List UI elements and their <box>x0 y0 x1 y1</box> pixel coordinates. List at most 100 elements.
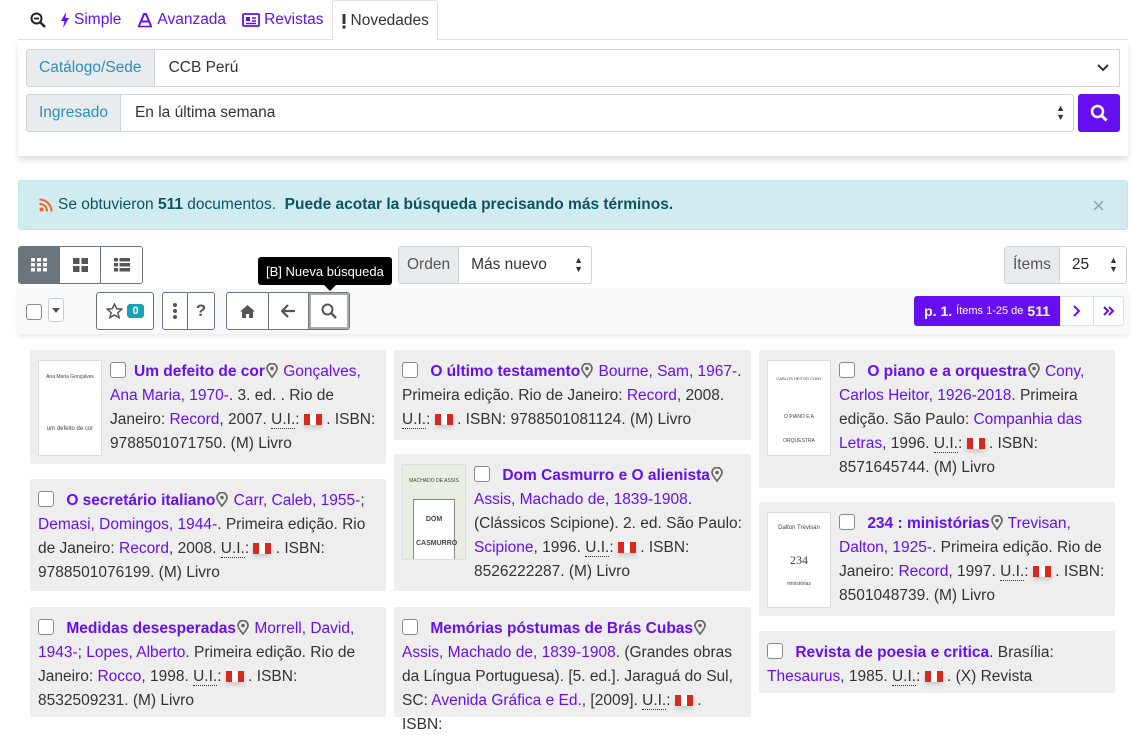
view-list-button[interactable] <box>101 247 142 283</box>
cover-title: um defeito de cor <box>46 426 94 432</box>
tab-novedades[interactable]: Novedades <box>331 0 438 41</box>
select-dropdown-button[interactable] <box>48 298 64 322</box>
record-ui-label: U.I. <box>585 539 610 557</box>
pagination: p. 1. Ítems 1-25 de 511 <box>914 296 1124 326</box>
record-publisher[interactable]: Record <box>119 540 169 557</box>
record-title[interactable]: Medidas desesperadas <box>66 620 236 637</box>
record-author[interactable]: Assis, Machado de, 1839-1908 <box>402 644 616 661</box>
map-marker-icon[interactable] <box>990 515 1004 530</box>
catalog-select[interactable]: CCB Perú <box>154 49 1120 87</box>
catalog-label: Catálogo/Sede <box>26 49 155 87</box>
record-card: Memórias póstumas de Brás Cubas Assis, M… <box>394 607 751 733</box>
record-author[interactable]: Lopes, Alberto <box>86 644 185 661</box>
record-details: : <box>217 668 226 685</box>
more-options-button[interactable] <box>163 293 188 329</box>
record-checkbox[interactable] <box>402 619 418 635</box>
record-title[interactable]: O secretário italiano <box>66 492 215 509</box>
book-cover: CARLOS HEITOR CONY O PIANO E A ORQUESTRA <box>767 360 831 456</box>
record-details: , 1985. <box>840 668 892 685</box>
sort-select[interactable]: Más nuevo ▲ ▼ <box>459 247 591 283</box>
map-marker-icon[interactable] <box>265 363 279 378</box>
record-title[interactable]: Revista de poesia e critica <box>795 644 989 661</box>
record-author[interactable]: Carr, Caleb, 1955- <box>234 492 361 509</box>
record-title[interactable]: Um defeito de cor <box>134 363 265 380</box>
record-title[interactable]: 234 : ministórias <box>867 515 989 532</box>
record-checkbox[interactable] <box>767 643 783 659</box>
tab-revistas[interactable]: Revistas <box>234 0 331 40</box>
book-cover: Dalton Trevisan 234 ministórias <box>767 512 831 608</box>
record-author[interactable]: Demasi, Domingos, 1944- <box>38 516 217 533</box>
cover-title: DOM CASMURRO <box>413 499 457 559</box>
record-checkbox[interactable] <box>839 514 855 530</box>
zoom-out-icon <box>30 12 46 28</box>
tab-simple[interactable]: Simple <box>52 0 129 40</box>
record-card: Medidas desesperadas Morrell, David, 194… <box>30 607 386 717</box>
record-checkbox[interactable] <box>839 362 855 378</box>
record-title[interactable]: O piano e a orquestra <box>867 363 1026 380</box>
search-button[interactable] <box>1078 94 1120 132</box>
record-ui-label: U.I. <box>220 540 245 558</box>
select-all-checkbox[interactable] <box>26 304 42 320</box>
peru-flag-icon <box>303 414 322 425</box>
record-publisher[interactable]: Scipione <box>474 539 533 556</box>
new-search-button[interactable] <box>309 293 349 329</box>
sort-arrows-icon: ▲ ▼ <box>1108 255 1118 274</box>
last-page-button[interactable] <box>1094 296 1124 326</box>
map-marker-icon[interactable] <box>710 467 724 482</box>
record-author[interactable]: Assis, Machado de, 1839-1908 <box>474 491 688 508</box>
record-publisher[interactable]: Thesaurus <box>767 668 840 685</box>
record-details: : <box>295 411 304 428</box>
page-total: 511 <box>1027 303 1050 319</box>
map-marker-icon[interactable] <box>580 363 594 378</box>
record-ui-label: U.I. <box>891 668 917 686</box>
map-marker-icon[interactable] <box>1027 363 1041 378</box>
record-checkbox[interactable] <box>402 362 418 378</box>
record-publisher[interactable]: Record <box>169 411 219 428</box>
double-chevron-right-icon <box>1102 306 1114 316</box>
record-details: : <box>1024 563 1033 580</box>
record-publisher[interactable]: Record <box>898 563 948 580</box>
grid-small-icon <box>31 258 47 272</box>
view-grid-small-button[interactable] <box>19 247 60 283</box>
tab-search-toggle[interactable] <box>18 0 52 40</box>
back-button[interactable] <box>269 293 309 329</box>
peru-flag-icon <box>1032 566 1051 577</box>
record-title[interactable]: Dom Casmurro e O alienista <box>502 467 710 484</box>
close-icon[interactable]: × <box>1092 195 1105 217</box>
cover-author: Dalton Trevisan <box>778 525 820 531</box>
search-icon <box>1090 104 1108 122</box>
favorites-button[interactable]: 0 <box>96 292 154 330</box>
record-publisher[interactable]: Avenida Gráfica e Ed. <box>431 692 582 709</box>
question-icon: ? <box>195 301 207 320</box>
help-button[interactable]: ? <box>188 293 214 329</box>
record-publisher[interactable]: Record <box>627 387 677 404</box>
tab-avanzada[interactable]: Avanzada <box>129 0 234 40</box>
record-author[interactable]: Bourne, Sam, 1967- <box>598 363 737 380</box>
view-grid-large-button[interactable] <box>60 247 101 283</box>
cover-author: MACHADO DE ASSIS <box>409 478 459 484</box>
record-checkbox[interactable] <box>38 619 54 635</box>
book-cover: MACHADO DE ASSIS DOM CASMURRO <box>402 464 466 560</box>
map-marker-icon[interactable] <box>215 492 229 507</box>
map-marker-icon[interactable] <box>236 620 250 635</box>
map-marker-icon[interactable] <box>693 620 707 635</box>
favorites-badge: 0 <box>127 304 144 318</box>
ingresado-select[interactable]: En la última semana ▲ ▼ <box>120 94 1074 132</box>
home-button[interactable] <box>227 293 269 329</box>
record-details: , 2008. <box>168 540 221 557</box>
record-title[interactable]: Memórias póstumas de Brás Cubas <box>430 620 693 637</box>
record-details: , 1997. <box>948 563 1001 580</box>
record-checkbox[interactable] <box>110 362 126 378</box>
alert-count: 511 <box>157 196 183 213</box>
record-title[interactable]: O último testamento <box>430 363 580 380</box>
record-checkbox[interactable] <box>38 491 54 507</box>
record-card: CARLOS HEITOR CONY O PIANO E A ORQUESTRA… <box>759 350 1115 488</box>
ingresado-group: Ingresado En la última semana ▲ ▼ <box>26 94 1120 132</box>
sort-group: Orden Más nuevo ▲ ▼ <box>398 246 593 284</box>
record-checkbox[interactable] <box>474 466 490 482</box>
items-select[interactable]: 25 ▲ ▼ <box>1060 247 1126 283</box>
cover-title: O PIANO E A ORQUESTRA <box>783 414 815 444</box>
record-details: , 1996. <box>533 539 586 556</box>
record-publisher[interactable]: Rocco <box>97 668 141 685</box>
next-page-button[interactable] <box>1060 296 1094 326</box>
